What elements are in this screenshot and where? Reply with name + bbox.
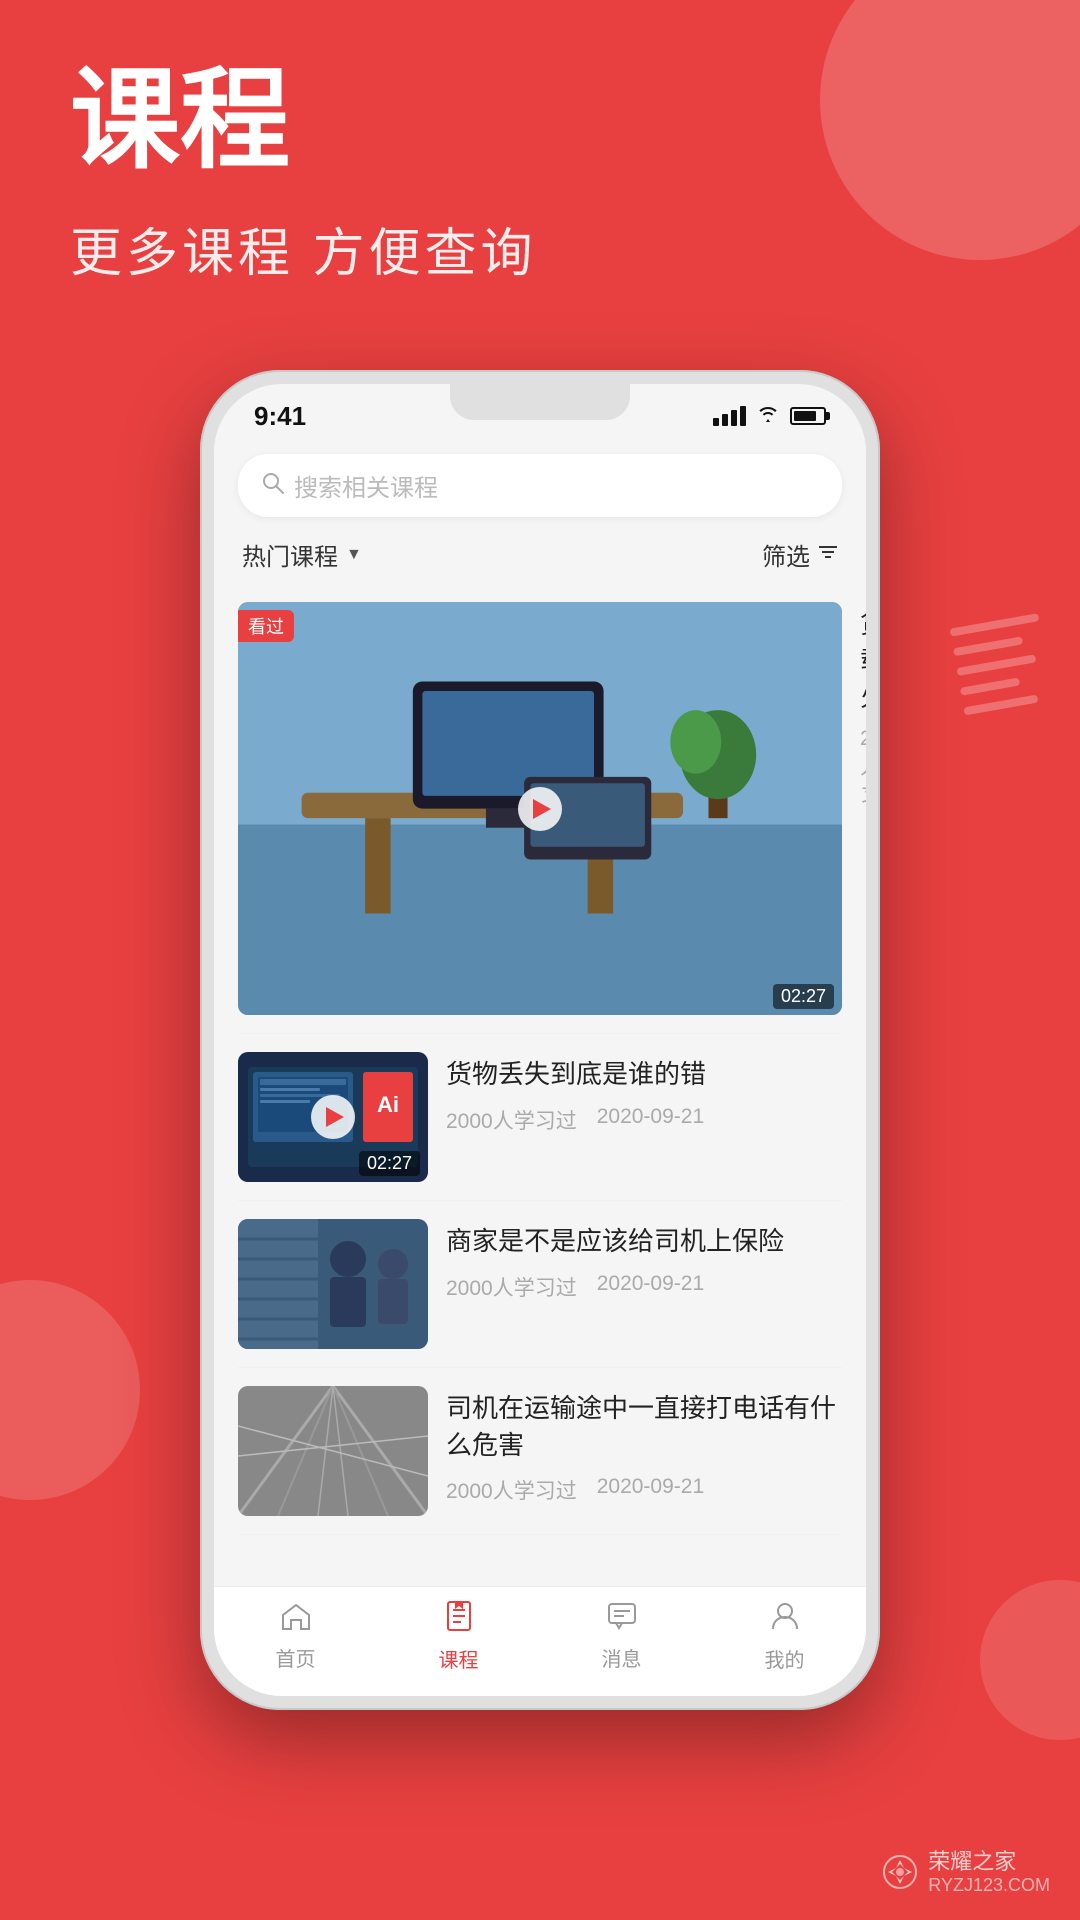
- course-thumb-4: [238, 1386, 428, 1516]
- home-icon: [281, 1601, 311, 1638]
- course-thumb-3: [238, 1219, 428, 1349]
- course-title-3: 商家是不是应该给司机上保险: [446, 1223, 842, 1259]
- play-button-2: [311, 1095, 355, 1139]
- battery-icon: [790, 407, 826, 425]
- duration-2: 02:27: [359, 1151, 420, 1176]
- course-item-4[interactable]: 司机在运输途中一直接打电话有什么危害 2000人学习过 2020-09-21: [238, 1368, 842, 1535]
- nav-label-home: 首页: [276, 1643, 316, 1672]
- filter-button[interactable]: 筛选: [762, 537, 838, 572]
- bg-decorative-lines: [949, 613, 1060, 757]
- play-button-1: [518, 787, 562, 831]
- phone-notch: [450, 384, 630, 420]
- course-learners-2: 2000人学习过: [446, 1105, 577, 1135]
- course-learners-4: 2000人学习过: [446, 1475, 577, 1505]
- nav-item-message[interactable]: 消息: [602, 1601, 642, 1672]
- course-title-1: 货车违法载货酿成火灾: [860, 606, 866, 715]
- course-item-1[interactable]: 看过 02:27 货车违法载货酿成火灾 2000人学习过 2020-09-21: [238, 584, 842, 1034]
- filter-icon: [818, 543, 838, 567]
- course-item-3[interactable]: 商家是不是应该给司机上保险 2000人学习过 2020-09-21: [238, 1201, 842, 1368]
- phone-mockup: 9:41: [200, 370, 880, 1710]
- course-date-4: 2020-09-21: [597, 1475, 704, 1505]
- nav-label-message: 消息: [602, 1643, 642, 1672]
- page-title: 课程: [70, 60, 536, 181]
- nav-item-course[interactable]: 课程: [439, 1601, 479, 1673]
- course-thumb-1: 看过 02:27: [238, 602, 842, 1015]
- course-meta-2: 2000人学习过 2020-09-21: [446, 1105, 842, 1135]
- course-title-2: 货物丢失到底是谁的错: [446, 1056, 842, 1092]
- nav-label-profile: 我的: [765, 1644, 805, 1673]
- hot-courses-label: 热门课程: [242, 537, 338, 572]
- phone-screen: 9:41: [214, 384, 866, 1696]
- course-item-2[interactable]: Ai 02:27 货物丢失到底是谁的错 2000人学习过: [238, 1034, 842, 1201]
- course-icon: [445, 1601, 473, 1639]
- watermark-site: 荣耀之家: [928, 1849, 1050, 1875]
- course-date-2: 2020-09-21: [597, 1105, 704, 1135]
- page-subtitle: 更多课程 方便查询: [70, 211, 536, 286]
- watermark-domain: RYZJ123.COM: [928, 1875, 1050, 1896]
- nav-label-course: 课程: [439, 1644, 479, 1673]
- course-info-1: 货车违法载货酿成火灾 2000人学习过 2020-09-21: [860, 602, 866, 811]
- course-list: 看过 02:27 货车违法载货酿成火灾 2000人学习过 2020-09-21: [214, 584, 866, 1535]
- course-meta-3: 2000人学习过 2020-09-21: [446, 1272, 842, 1302]
- phone-outer: 9:41: [200, 370, 880, 1710]
- status-time: 9:41: [254, 401, 306, 432]
- profile-icon: [771, 1601, 799, 1639]
- course-learners-1: 2000人学习过: [860, 727, 866, 811]
- course-info-4: 司机在运输途中一直接打电话有什么危害 2000人学习过 2020-09-21: [446, 1386, 842, 1505]
- play-overlay-1: [238, 602, 842, 1015]
- course-thumb-2: Ai 02:27: [238, 1052, 428, 1182]
- course-info-2: 货物丢失到底是谁的错 2000人学习过 2020-09-21: [446, 1052, 842, 1134]
- wifi-icon: [756, 403, 780, 429]
- filter-label: 筛选: [762, 537, 810, 572]
- nav-item-home[interactable]: 首页: [276, 1601, 316, 1672]
- bottom-navigation: 首页 课程: [214, 1586, 866, 1696]
- course-meta-1: 2000人学习过 2020-09-21: [860, 727, 866, 811]
- bg-circle-bottom-left: [0, 1280, 140, 1500]
- message-icon: [607, 1601, 637, 1638]
- course-meta-4: 2000人学习过 2020-09-21: [446, 1475, 842, 1505]
- dropdown-arrow-icon: ▼: [346, 546, 362, 564]
- watermark-icon: [882, 1854, 918, 1890]
- signal-icon: [713, 406, 746, 426]
- course-title-4: 司机在运输途中一直接打电话有什么危害: [446, 1390, 842, 1463]
- duration-1: 02:27: [773, 984, 834, 1009]
- course-learners-3: 2000人学习过: [446, 1272, 577, 1302]
- hot-courses-dropdown[interactable]: 热门课程 ▼: [242, 537, 362, 572]
- course-info-3: 商家是不是应该给司机上保险 2000人学习过 2020-09-21: [446, 1219, 842, 1301]
- search-icon: [262, 472, 284, 500]
- search-placeholder-text: 搜索相关课程: [294, 468, 438, 503]
- nav-item-profile[interactable]: 我的: [765, 1601, 805, 1673]
- bg-circle-bottom-right: [980, 1580, 1080, 1740]
- status-icons: [713, 403, 826, 429]
- watermark: 荣耀之家 RYZJ123.COM: [882, 1849, 1050, 1896]
- course-date-3: 2020-09-21: [597, 1272, 704, 1302]
- header-section: 课程 更多课程 方便查询: [70, 60, 536, 286]
- bg-circle-top-right: [820, 0, 1080, 260]
- filter-row: 热门课程 ▼ 筛选: [214, 517, 866, 584]
- search-bar[interactable]: 搜索相关课程: [238, 454, 842, 517]
